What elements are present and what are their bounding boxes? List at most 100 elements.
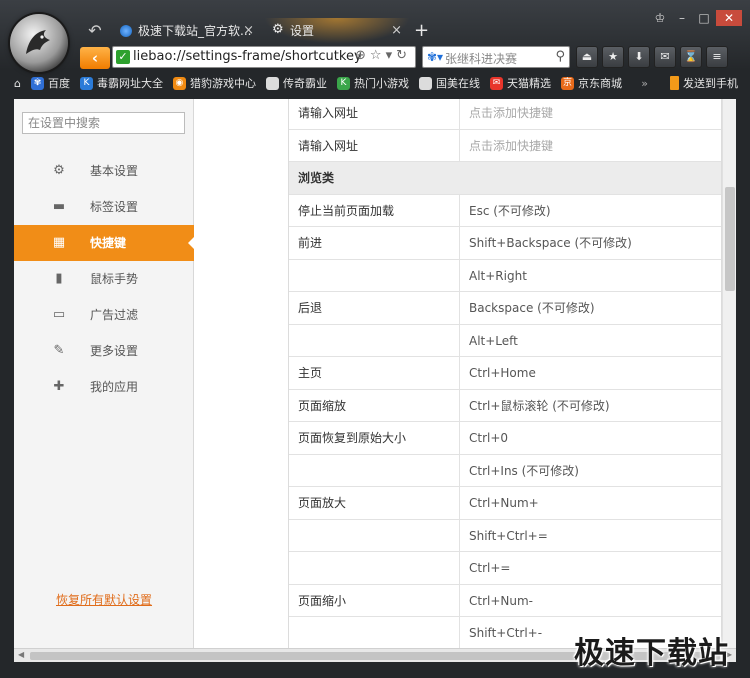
section-header: 浏览类 (289, 162, 721, 195)
search-input[interactable]: 张继科进决赛 (445, 50, 517, 67)
table-row: 停止当前页面加载 Esc (不可修改) (289, 194, 721, 227)
bookmark-label: 京东商城 (577, 77, 622, 90)
bookmark-label: 热门小游戏 (353, 77, 409, 90)
bookmark-item[interactable]: ✉ 天猫精选 (489, 75, 551, 91)
sidebar-item-basic[interactable]: ⚙ 基本设置 (14, 153, 194, 189)
shortcut-key[interactable]: Ctrl+0 (460, 422, 721, 454)
sidebar-item-tabs[interactable]: ▬ 标签设置 (14, 189, 194, 225)
gear-icon: ⚙ (53, 163, 65, 178)
bookmarks-bar: ⌂ ✾ 百度 K 毒霸网址大全 ◉ 猎豹游戏中心 传奇霸业 K 热门小游戏 国美在线 ✉… (14, 72, 738, 94)
tab-icon: ▬ (52, 199, 66, 214)
scrollbar-thumb[interactable] (725, 187, 735, 291)
shortcut-action (289, 454, 460, 486)
bookmark-item[interactable]: 传奇霸业 (265, 75, 327, 91)
bookmark-item[interactable]: 国美在线 (418, 75, 480, 91)
close-window-button[interactable]: ✕ (716, 10, 742, 26)
tab-history-back-icon[interactable]: ↶ (84, 22, 106, 40)
skin-button[interactable]: ♔ (650, 10, 670, 26)
home-icon[interactable]: ⌂ (14, 77, 21, 90)
puzzle-icon: ✚ (53, 379, 65, 394)
table-row: 请输入网址 点击添加快捷键 (289, 99, 721, 130)
gear-icon: ⚙ (272, 22, 284, 37)
shortcut-action: 页面放大 (289, 487, 460, 519)
shortcut-key[interactable]: Ctrl+= (460, 552, 721, 584)
shortcut-action: 请输入网址 (289, 129, 460, 161)
sidebar-item-shortcuts[interactable]: ▦ 快捷键 (14, 225, 195, 261)
shortcut-key[interactable]: Ctrl+Ins (不可修改) (460, 455, 721, 487)
search-icon[interactable]: ⚲ (555, 49, 565, 64)
shortcut-key[interactable]: Ctrl+Home (460, 357, 721, 389)
sidebar-item-ad-filter[interactable]: ▭ 广告过滤 (14, 297, 194, 333)
shortcut-key[interactable]: Alt+Left (460, 325, 721, 357)
shortcut-action (289, 259, 460, 291)
toolbar-button-download[interactable]: ⬇ (628, 46, 650, 68)
address-bar[interactable]: ✓ liebao://settings-frame/shortcutkey ⊕☆… (112, 46, 416, 68)
shortcut-panel: 请输入网址 点击添加快捷键 请输入网址 点击添加快捷键浏览类停止当前页面加载 Esc (… (195, 99, 722, 648)
shortcut-key[interactable]: 点击添加快捷键 (460, 130, 721, 162)
bookmark-item[interactable]: ✾ 百度 (30, 75, 70, 91)
shortcut-key[interactable]: Ctrl+鼠标滚轮 (不可修改) (460, 390, 721, 422)
sidebar-item-mouse-gestures[interactable]: ▮ 鼠标手势 (14, 261, 194, 297)
shortcut-key[interactable]: Shift+Backspace (不可修改) (460, 227, 721, 259)
shortcut-action: 请输入网址 (289, 99, 460, 129)
bookmark-label: 传奇霸业 (282, 77, 327, 90)
shortcut-action: 主页 (289, 357, 460, 389)
mini-game-icon: K (336, 76, 350, 90)
shortcut-key[interactable]: Esc (不可修改) (460, 195, 721, 227)
shortcut-key[interactable]: Alt+Right (460, 260, 721, 292)
toolbar-button-extension[interactable]: ⌛ (680, 46, 702, 68)
shortcut-key[interactable]: 点击添加快捷键 (460, 99, 721, 129)
back-button[interactable]: ‹ (80, 47, 110, 69)
shortcut-key[interactable]: Ctrl+Num+ (460, 487, 721, 519)
scroll-left-icon[interactable]: ◀ (18, 650, 24, 659)
shortcut-key[interactable]: Backspace (不可修改) (460, 292, 721, 324)
settings-search-input[interactable]: 在设置中搜索 (22, 112, 185, 134)
tab-close-icon[interactable]: × (391, 18, 402, 44)
tab-jisu-download[interactable]: 极速下载站_官方软... × (112, 18, 262, 44)
sidebar-item-label: 鼠标手势 (90, 272, 139, 286)
duba-icon: K (79, 76, 93, 90)
new-tab-button[interactable]: + (414, 20, 429, 41)
menu-button[interactable]: ≡ (706, 46, 728, 68)
toolbar-button-games[interactable]: ✉ (654, 46, 676, 68)
minimize-button[interactable]: – (672, 10, 692, 26)
search-engine-icon[interactable]: ✾▾ (427, 50, 443, 64)
page-icon (418, 76, 432, 90)
section-title: 浏览类 (298, 171, 335, 185)
shortcut-key[interactable]: Shift+Ctrl+= (460, 520, 721, 552)
address-url[interactable]: liebao://settings-frame/shortcutkey (133, 49, 362, 64)
table-row: 页面缩小 Ctrl+Num- (289, 584, 721, 617)
sidebar-item-label: 我的应用 (90, 380, 139, 394)
maximize-button[interactable]: □ (694, 10, 714, 26)
vertical-scrollbar[interactable] (722, 99, 736, 648)
restore-defaults-link[interactable]: 恢复所有默认设置 (56, 591, 152, 608)
search-box[interactable]: ✾▾ 张继科进决赛 ⚲ (422, 46, 570, 68)
bookmark-item[interactable]: K 热门小游戏 (336, 75, 409, 91)
keyboard-icon: ▦ (52, 235, 66, 250)
send-to-phone-button[interactable]: 发送到手机 (670, 75, 738, 91)
table-row: 页面缩放 Ctrl+鼠标滚轮 (不可修改) (289, 389, 721, 422)
sidebar-item-label: 快捷键 (90, 236, 127, 250)
sidebar-item-more-settings[interactable]: ✎ 更多设置 (14, 333, 194, 369)
toolbar-button-eject[interactable]: ⏏ (576, 46, 598, 68)
bookmark-item[interactable]: K 毒霸网址大全 (79, 75, 163, 91)
sidebar-item-label: 标签设置 (90, 200, 139, 214)
sidebar-item-my-apps[interactable]: ✚ 我的应用 (14, 369, 194, 405)
bookmark-label: 天猫精选 (506, 77, 551, 90)
shortcut-action (289, 552, 460, 584)
bookmark-label: 毒霸网址大全 (96, 77, 163, 90)
bookmark-item[interactable]: 京京东商城 (560, 75, 622, 91)
liebao-logo-icon[interactable] (10, 14, 68, 72)
tab-settings[interactable]: ⚙ 设置 × (264, 18, 410, 44)
toolbar-button-favorites[interactable]: ★ (602, 46, 624, 68)
bookmark-item[interactable]: ◉ 猎豹游戏中心 (172, 75, 256, 91)
address-actions-icon[interactable]: ⊕☆▾↻ (355, 48, 411, 63)
bookmarks-more-icon[interactable]: » (641, 77, 648, 90)
sidebar-item-label: 广告过滤 (90, 308, 139, 322)
table-row: 主页 Ctrl+Home (289, 357, 721, 390)
browser-window: ↶ 极速下载站_官方软... × ⚙ 设置 × + ♔ – □ ✕ ‹ ✓ li… (0, 0, 750, 678)
tab-close-icon[interactable]: × (243, 18, 254, 44)
shortcut-key[interactable]: Ctrl+Num- (460, 585, 721, 617)
bookmark-label: 猎豹游戏中心 (189, 77, 256, 90)
shortcut-table: 请输入网址 点击添加快捷键 请输入网址 点击添加快捷键浏览类停止当前页面加载 Esc (… (288, 99, 722, 648)
